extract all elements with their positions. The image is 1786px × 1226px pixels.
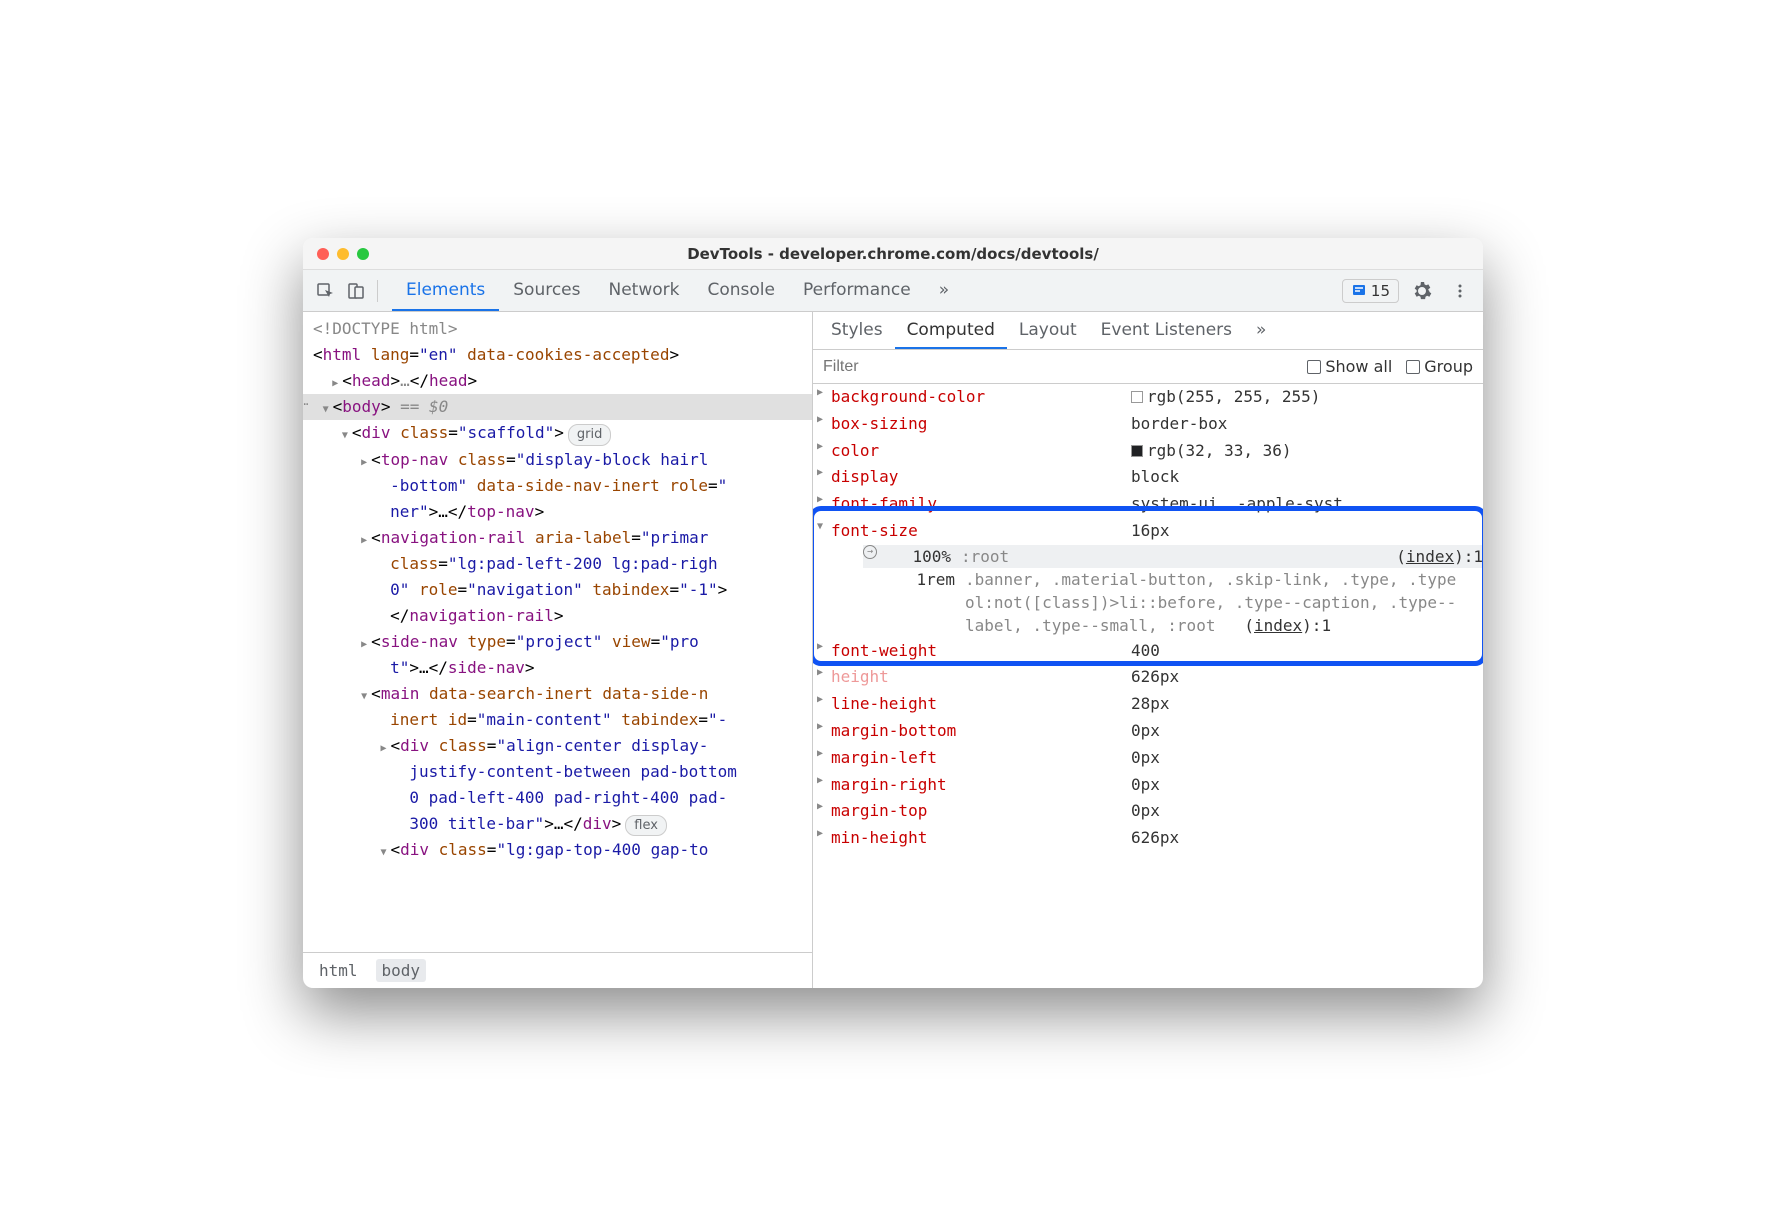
showall-checkbox[interactable]: Show all (1307, 357, 1392, 376)
trace-row-2[interactable]: 1rem .banner, .material-button, .skip-li… (863, 568, 1483, 638)
prop-font-size[interactable]: ▼font-size16px (813, 518, 1483, 545)
dom-topnav[interactable]: ▶<top-nav class="display-block hairl (303, 447, 812, 473)
navigate-icon[interactable]: → (863, 545, 877, 559)
dom-maindiv1[interactable]: ▶<div class="align-center display- (303, 733, 812, 759)
prop-line-height[interactable]: ▶line-height28px (813, 691, 1483, 718)
dom-main[interactable]: ▼<main data-search-inert data-side-n (303, 681, 812, 707)
tab-network[interactable]: Network (595, 270, 694, 311)
prop-height[interactable]: ▶height626px (813, 664, 1483, 691)
prop-margin-top[interactable]: ▶margin-top0px (813, 798, 1483, 825)
main-tabs: Elements Sources Network Console Perform… (392, 270, 963, 311)
swatch-icon (1131, 445, 1143, 457)
dom-scaffold[interactable]: ▼<div class="scaffold">grid (303, 420, 812, 447)
styles-sidebar: Styles Computed Layout Event Listeners »… (813, 312, 1483, 988)
prop-margin-bottom[interactable]: ▶margin-bottom0px (813, 718, 1483, 745)
tabs-overflow-icon[interactable]: » (925, 270, 963, 311)
devtools-window: DevTools - developer.chrome.com/docs/dev… (303, 238, 1483, 988)
source-link[interactable]: (index):1 (1244, 616, 1331, 635)
group-checkbox[interactable]: Group (1406, 357, 1473, 376)
main-toolbar: Elements Sources Network Console Perform… (303, 270, 1483, 312)
prop-margin-left[interactable]: ▶margin-left0px (813, 745, 1483, 772)
tab-performance[interactable]: Performance (789, 270, 925, 311)
dom-head[interactable]: ▶<head>…</head> (303, 368, 812, 394)
dom-html[interactable]: <html lang="en" data-cookies-accepted> (303, 342, 812, 368)
prop-font-weight[interactable]: ▶font-weight400 (813, 638, 1483, 665)
prop-background-color[interactable]: ▶background-colorrgb(255, 255, 255) (813, 384, 1483, 411)
prop-min-height[interactable]: ▶min-height626px (813, 825, 1483, 852)
trace-row-1[interactable]: → 100% :root (index):1 (863, 545, 1483, 568)
subtab-styles[interactable]: Styles (819, 312, 895, 349)
computed-pane: ▶background-colorrgb(255, 255, 255) ▶box… (813, 384, 1483, 988)
doctype: <!DOCTYPE html> (313, 319, 458, 338)
tab-sources[interactable]: Sources (499, 270, 594, 311)
tab-console[interactable]: Console (693, 270, 789, 311)
dom-navrail[interactable]: ▶<navigation-rail aria-label="primar (303, 525, 812, 551)
tab-elements[interactable]: Elements (392, 270, 499, 311)
issues-count: 15 (1371, 282, 1390, 300)
source-link[interactable]: (index):1 (1396, 545, 1483, 568)
dom-sidenav[interactable]: ▶<side-nav type="project" view="pro (303, 629, 812, 655)
more-icon[interactable] (1445, 276, 1475, 306)
prop-display[interactable]: ▶displayblock (813, 464, 1483, 491)
dom-tree[interactable]: <!DOCTYPE html> <html lang="en" data-coo… (303, 312, 812, 952)
subtab-eventlisteners[interactable]: Event Listeners (1089, 312, 1244, 349)
crumb-body[interactable]: body (376, 959, 427, 982)
sidebar-tabs: Styles Computed Layout Event Listeners » (813, 312, 1483, 350)
divider (377, 280, 378, 302)
prop-color[interactable]: ▶colorrgb(32, 33, 36) (813, 438, 1483, 465)
subtab-computed[interactable]: Computed (895, 312, 1007, 349)
filter-bar: Show all Group (813, 350, 1483, 384)
prop-box-sizing[interactable]: ▶box-sizingborder-box (813, 411, 1483, 438)
subtabs-overflow-icon[interactable]: » (1244, 312, 1278, 349)
breadcrumb: html body (303, 952, 812, 988)
dom-body-selected[interactable]: ▼<body> == $0 (303, 394, 812, 420)
crumb-html[interactable]: html (313, 959, 364, 982)
inspect-element-icon[interactable] (311, 276, 341, 306)
font-size-trace: → 100% :root (index):1 1rem .banner, .ma… (813, 545, 1483, 638)
elements-panel: <!DOCTYPE html> <html lang="en" data-coo… (303, 312, 813, 988)
prop-font-family[interactable]: ▶font-familysystem-ui, -apple-syst (813, 491, 1483, 518)
prop-margin-right[interactable]: ▶margin-right0px (813, 772, 1483, 799)
filter-input[interactable] (823, 358, 1293, 376)
dom-maindiv2[interactable]: ▼<div class="lg:gap-top-400 gap-to (303, 837, 812, 863)
issues-badge[interactable]: 15 (1342, 279, 1399, 303)
window-title: DevTools - developer.chrome.com/docs/dev… (303, 245, 1483, 263)
swatch-icon (1131, 391, 1143, 403)
titlebar: DevTools - developer.chrome.com/docs/dev… (303, 238, 1483, 270)
subtab-layout[interactable]: Layout (1007, 312, 1089, 349)
device-toolbar-icon[interactable] (341, 276, 371, 306)
settings-icon[interactable] (1407, 276, 1437, 306)
